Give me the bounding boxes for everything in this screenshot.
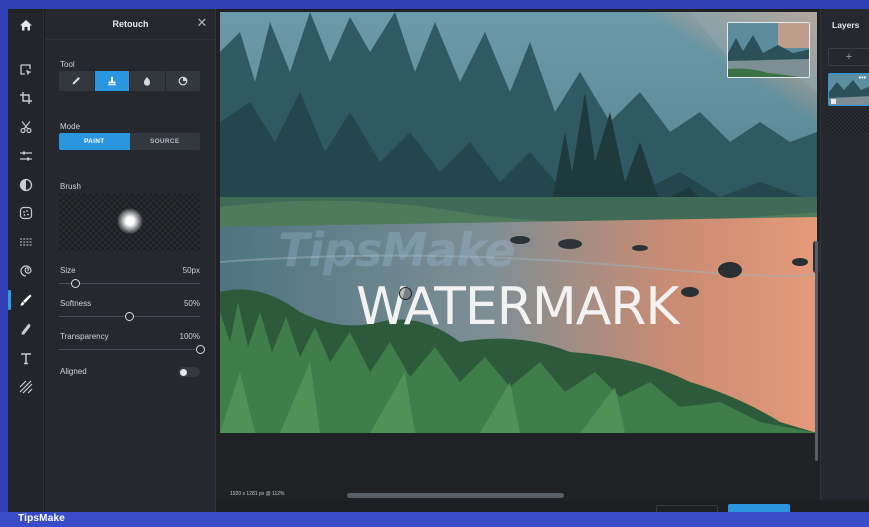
aligned-toggle[interactable] <box>178 367 200 377</box>
size-label: Size <box>60 266 76 275</box>
texture-icon[interactable] <box>8 373 44 401</box>
tool-selector <box>59 71 200 91</box>
image-canvas[interactable]: TipsMake WATERMARK › 1920 x 1281 px @ 11… <box>216 9 820 500</box>
crop-icon[interactable] <box>8 84 44 112</box>
horizontal-scrollbar[interactable] <box>347 493 564 498</box>
heal-pencil-icon[interactable] <box>59 71 94 91</box>
mode-paint-button[interactable]: PAINT <box>59 133 130 150</box>
softness-slider[interactable] <box>59 312 200 322</box>
mode-switch: PAINT SOURCE <box>59 133 200 150</box>
aligned-label: Aligned <box>60 367 87 376</box>
layers-panel: Layers + ••• <box>820 9 869 512</box>
size-slider[interactable] <box>59 279 200 289</box>
size-slider-track <box>59 283 200 284</box>
clone-stamp-icon[interactable] <box>94 71 129 91</box>
layer-more-icon[interactable]: ••• <box>859 75 866 82</box>
brush-preview <box>59 193 200 251</box>
retouch-panel: Retouch ✕ Tool Mode PAINT SOURCE Brush S… <box>45 9 216 512</box>
sponge-icon[interactable] <box>165 71 200 91</box>
mode-label: Mode <box>60 122 81 131</box>
transparency-label: Transparency <box>60 332 109 341</box>
brush-cursor <box>399 287 412 300</box>
transparency-slider[interactable] <box>59 345 205 355</box>
size-slider-handle[interactable] <box>71 279 81 288</box>
retouch-brush-icon[interactable] <box>8 286 44 314</box>
liquify-icon[interactable] <box>8 257 44 285</box>
panel-title: Retouch <box>112 19 149 29</box>
tool-label: Tool <box>60 60 75 69</box>
canvas-size-zoom: 1920 x 1281 px @ 112% <box>230 491 285 497</box>
transparency-value: 100% <box>179 332 200 341</box>
transparency-slider-handle[interactable] <box>195 345 205 354</box>
empty-layer[interactable] <box>828 113 869 133</box>
vertical-scrollbar[interactable] <box>815 241 818 461</box>
transparency-slider-track <box>59 349 200 350</box>
effects-icon[interactable] <box>8 199 44 227</box>
brand-bar: TipsMake <box>0 512 869 527</box>
bottom-bar <box>216 500 869 512</box>
brand-label: TipsMake <box>18 513 65 524</box>
home-icon[interactable] <box>8 11 44 39</box>
adjust-sliders-icon[interactable] <box>8 142 44 170</box>
softness-slider-handle[interactable] <box>125 312 134 321</box>
close-icon[interactable]: ✕ <box>196 16 208 30</box>
add-layer-button[interactable]: + <box>828 48 869 66</box>
select-arrange-icon[interactable] <box>8 56 44 84</box>
mode-source-button[interactable]: SOURCE <box>129 133 200 150</box>
layer-thumbnail[interactable]: ••• <box>828 73 869 106</box>
brush-label: Brush <box>60 182 81 191</box>
secondary-action-button[interactable] <box>656 505 718 512</box>
watermark-text: WATERMARK <box>356 277 680 337</box>
size-value: 50px <box>182 266 200 275</box>
softness-value: 50% <box>183 299 200 308</box>
frame-top <box>0 0 869 9</box>
primary-action-button[interactable] <box>728 504 790 512</box>
navigator-thumbnail[interactable] <box>727 22 810 78</box>
frame-left <box>0 0 8 527</box>
panel-header: Retouch ✕ <box>45 9 216 40</box>
contrast-circle-icon[interactable] <box>8 171 44 199</box>
layers-title: Layers <box>832 20 860 30</box>
brush-shape <box>117 208 143 234</box>
tool-sidebar <box>8 9 44 512</box>
aligned-toggle-knob <box>180 368 187 376</box>
draw-pen-icon[interactable] <box>8 315 44 343</box>
cutout-scissors-icon[interactable] <box>8 113 44 141</box>
ghost-watermark: TipsMake <box>278 223 515 277</box>
blur-drop-icon[interactable] <box>130 71 165 91</box>
text-icon[interactable] <box>8 344 44 372</box>
softness-label: Softness <box>60 299 92 308</box>
filters-icon[interactable] <box>8 228 44 256</box>
